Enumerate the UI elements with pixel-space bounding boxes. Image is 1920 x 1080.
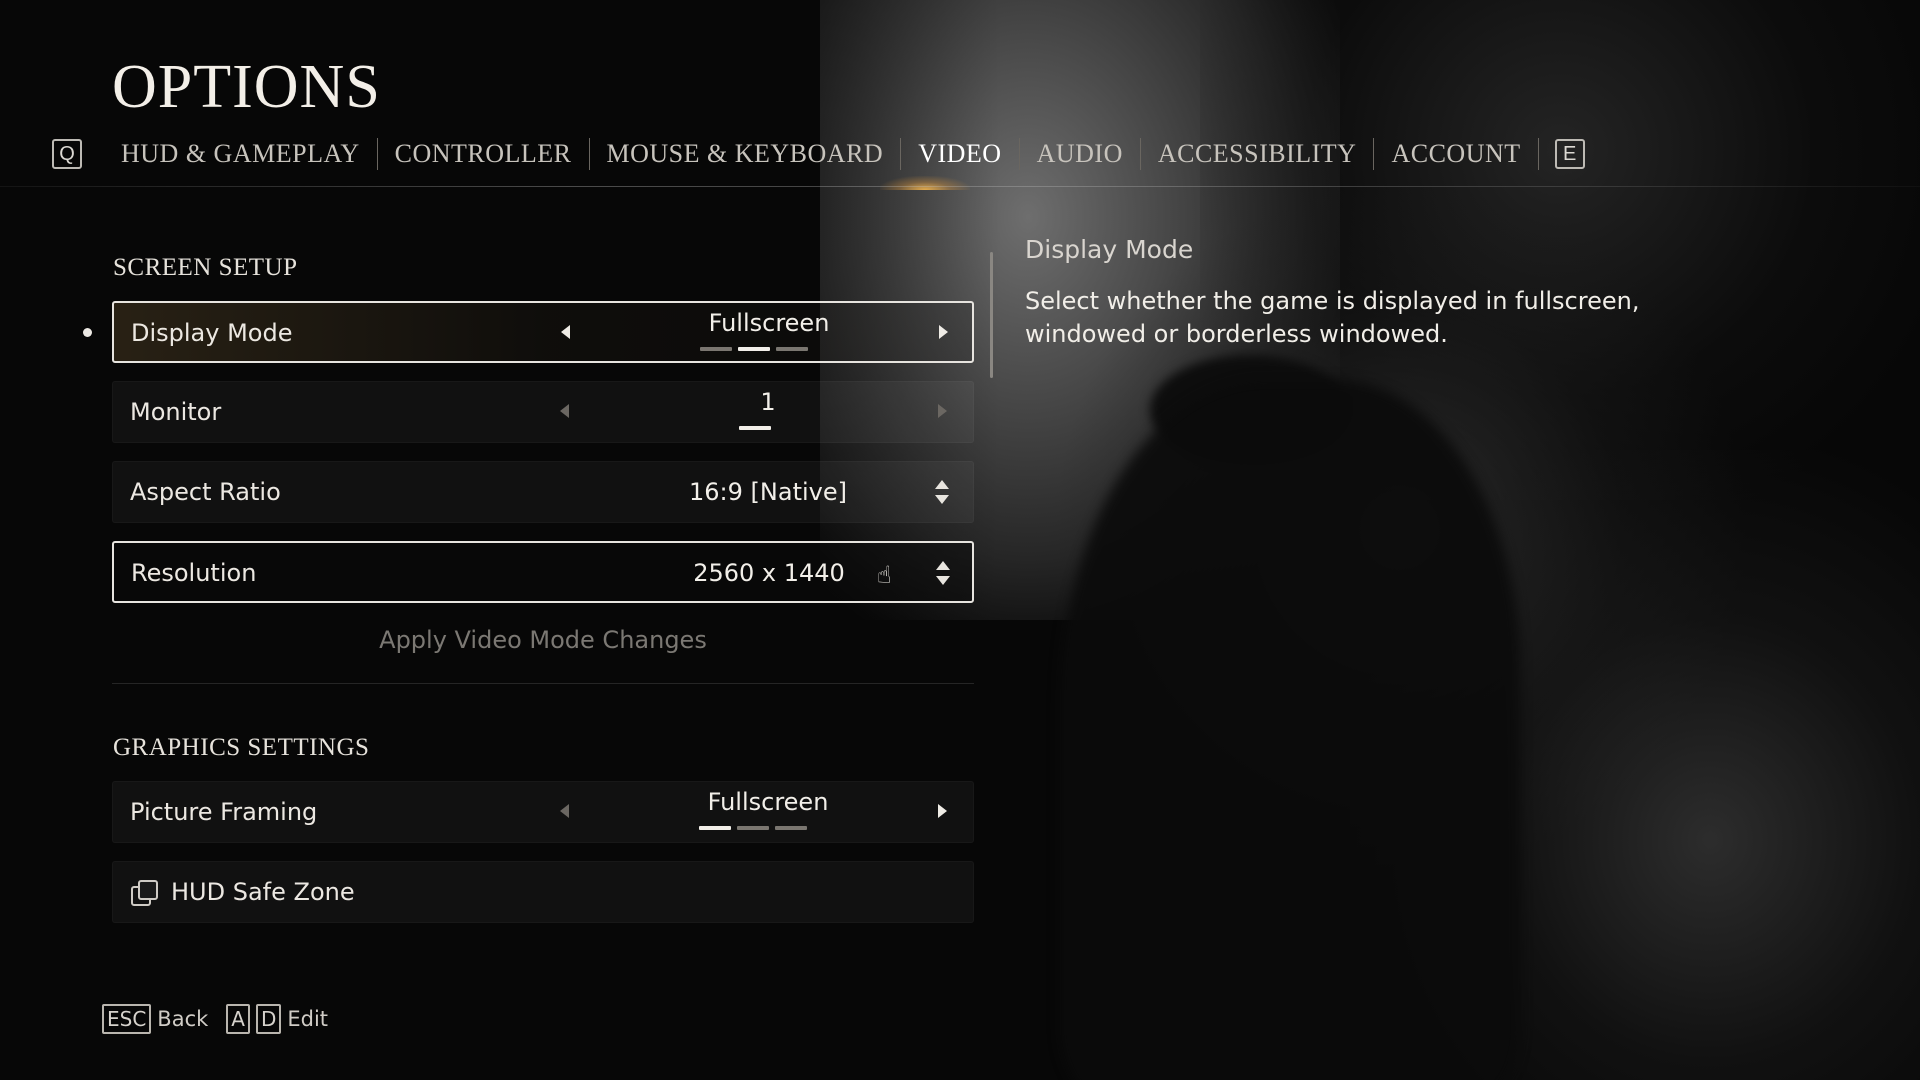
- setting-aspect-ratio[interactable]: Aspect Ratio 16:9 [Native]: [112, 461, 974, 523]
- tab-audio[interactable]: AUDIO: [1020, 139, 1140, 169]
- setting-label: HUD Safe Zone: [171, 878, 355, 906]
- description-text: Select whether the game is displayed in …: [1025, 287, 1640, 348]
- apply-video-mode-button[interactable]: Apply Video Mode Changes: [112, 626, 974, 654]
- section-heading-screen-setup: SCREEN SETUP: [113, 254, 298, 281]
- setting-label: Display Mode: [131, 319, 293, 347]
- setting-value: 1: [760, 388, 776, 416]
- overlapping-squares-icon: [131, 880, 158, 906]
- next-tab-key[interactable]: E: [1554, 139, 1585, 169]
- option-indicator: [699, 826, 807, 830]
- footer-key-hints: ESC Back A D Edit: [102, 1004, 328, 1034]
- page-title: OPTIONS: [112, 53, 381, 121]
- arrow-right-icon[interactable]: [938, 804, 947, 818]
- setting-display-mode[interactable]: Display Mode Fullscreen: [112, 301, 974, 363]
- setting-resolution[interactable]: Resolution 2560 x 1440 ☝: [112, 541, 974, 603]
- tab-divider: [1537, 138, 1539, 170]
- tab-mouse-keyboard[interactable]: MOUSE & KEYBOARD: [590, 139, 901, 169]
- mouse-cursor-icon: ☝: [877, 561, 892, 589]
- setting-label: Monitor: [130, 398, 222, 426]
- setting-value: 16:9 [Native]: [689, 478, 847, 506]
- tab-video[interactable]: VIDEO: [901, 139, 1018, 169]
- active-tab-indicator: [880, 176, 970, 190]
- arrow-right-icon[interactable]: [938, 404, 947, 418]
- back-label[interactable]: Back: [157, 1007, 208, 1031]
- setting-hud-safe-zone[interactable]: HUD Safe Zone: [112, 861, 974, 923]
- setting-label: Aspect Ratio: [130, 478, 281, 506]
- a-key-hint[interactable]: A: [226, 1004, 250, 1034]
- setting-monitor[interactable]: Monitor 1: [112, 381, 974, 443]
- prev-tab-key[interactable]: Q: [52, 139, 82, 169]
- setting-value: Fullscreen: [707, 788, 829, 816]
- dropdown-updown-icon[interactable]: [935, 480, 949, 504]
- setting-value: 2560 x 1440: [693, 559, 845, 587]
- tab-controller[interactable]: CONTROLLER: [378, 139, 589, 169]
- dropdown-updown-icon[interactable]: [936, 561, 950, 585]
- tab-bar: Q HUD & GAMEPLAY CONTROLLER MOUSE & KEYB…: [52, 132, 1585, 176]
- section-heading-graphics-settings: GRAPHICS SETTINGS: [113, 734, 370, 761]
- setting-label: Resolution: [131, 559, 257, 587]
- tab-accessibility[interactable]: ACCESSIBILITY: [1141, 139, 1374, 169]
- tab-hud-gameplay[interactable]: HUD & GAMEPLAY: [104, 139, 377, 169]
- setting-label: Picture Framing: [130, 798, 318, 826]
- scrollbar[interactable]: [990, 252, 993, 378]
- section-divider: [112, 683, 974, 684]
- tab-account[interactable]: ACCOUNT: [1374, 139, 1537, 169]
- selected-row-marker: [83, 328, 92, 337]
- setting-value: Fullscreen: [708, 309, 830, 337]
- esc-key-hint[interactable]: ESC: [102, 1004, 152, 1034]
- description-title: Display Mode: [1025, 235, 1194, 264]
- setting-picture-framing[interactable]: Picture Framing Fullscreen: [112, 781, 974, 843]
- d-key-hint[interactable]: D: [255, 1004, 282, 1034]
- option-indicator: [739, 426, 771, 430]
- edit-label[interactable]: Edit: [287, 1007, 328, 1031]
- arrow-right-icon[interactable]: [939, 325, 948, 339]
- tab-bar-divider: [0, 186, 1920, 187]
- option-indicator: [700, 347, 808, 351]
